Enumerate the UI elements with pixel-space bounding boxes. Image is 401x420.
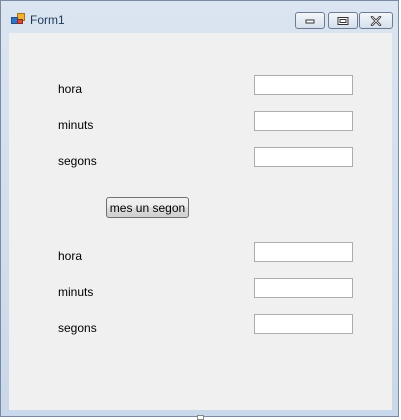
form-app-icon[interactable] <box>11 13 25 25</box>
segons-label-2: segons <box>58 321 97 335</box>
minuts-label-1: minuts <box>58 118 94 132</box>
segons-label-1: segons <box>58 154 97 168</box>
hora-label-1: hora <box>58 82 83 96</box>
minuts-label-2: minuts <box>58 285 94 299</box>
hora-label-2: hora <box>58 249 83 263</box>
minimize-icon <box>305 19 315 23</box>
minuts-input-2[interactable] <box>254 278 353 298</box>
close-icon <box>370 15 382 26</box>
form-client-area: hora minuts segons mes un segon hora min… <box>9 33 392 410</box>
maximize-icon <box>337 16 349 25</box>
close-button[interactable] <box>359 12 393 29</box>
mes-un-segon-button[interactable]: mes un segon <box>106 197 189 218</box>
minuts-input-1[interactable] <box>254 111 353 131</box>
hora-input-2[interactable] <box>254 242 353 262</box>
segons-input-1[interactable] <box>254 147 353 167</box>
maximize-button[interactable] <box>328 12 358 29</box>
form-window: Form1 hora minuts segons mes un segon ho… <box>0 0 399 417</box>
resize-handle[interactable] <box>197 415 204 420</box>
title-bar[interactable]: Form1 <box>1 1 398 33</box>
segons-input-2[interactable] <box>254 314 353 334</box>
hora-input-1[interactable] <box>254 75 353 95</box>
window-title: Form1 <box>30 13 65 27</box>
minimize-button[interactable] <box>295 12 325 29</box>
